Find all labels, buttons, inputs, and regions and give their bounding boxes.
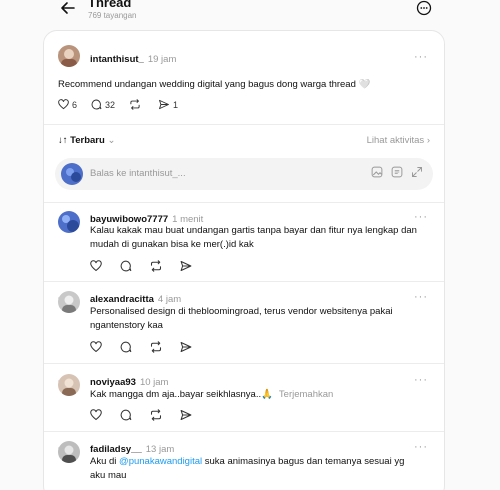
- send-icon[interactable]: [180, 341, 192, 353]
- reply-text-line: Kalau kakak mau buat undangan gartis tan…: [90, 225, 417, 236]
- send-icon: [159, 99, 169, 110]
- image-icon[interactable]: [371, 166, 383, 178]
- reply-menu-icon[interactable]: ···: [414, 374, 428, 386]
- repost-button[interactable]: [129, 99, 144, 110]
- post-stats: 6 32 1: [58, 99, 192, 110]
- repost-icon: [130, 99, 140, 110]
- mention-link[interactable]: @punakawandigital: [119, 456, 202, 467]
- reply-actions: [90, 341, 192, 353]
- sort-bar: ↓↑ Terbaru ⌄ Lihat aktivitas ›: [58, 135, 430, 146]
- comment-icon[interactable]: [120, 409, 132, 421]
- heart-icon[interactable]: [90, 409, 102, 421]
- chevron-right-icon: ›: [426, 135, 430, 146]
- reply-actions: [90, 260, 192, 272]
- reply-timestamp: 10 jam: [139, 377, 169, 388]
- reply-text-line: mudah di gunakan bisa ke mer(.)id kak: [90, 239, 254, 250]
- avatar[interactable]: +: [58, 441, 82, 465]
- expand-icon[interactable]: [411, 166, 423, 178]
- reply-text: Aku di @punakawandigital suka animasinya…: [90, 455, 404, 483]
- more-options-icon[interactable]: [416, 0, 432, 16]
- reply-input[interactable]: Balas ke intanthisut_...: [90, 168, 186, 179]
- repost-icon[interactable]: [150, 341, 162, 353]
- reply-text-line: ngantenstory kaa: [90, 320, 163, 331]
- chevron-down-icon: ⌄: [107, 135, 116, 146]
- reply-text-line: Kak mangga dm aja..bayar seikhlasnya..🙏: [90, 389, 273, 400]
- view-activity-label: Lihat aktivitas: [366, 135, 425, 146]
- reply-input-container[interactable]: Balas ke intanthisut_...: [55, 158, 433, 190]
- username[interactable]: intanthisut_: [90, 54, 144, 65]
- reply-text-line: Personalised design di thebloomingroad, …: [90, 306, 393, 317]
- reply-username[interactable]: noviyaa93: [90, 377, 136, 388]
- reply-menu-icon[interactable]: ···: [414, 211, 428, 223]
- heart-icon[interactable]: [90, 341, 102, 353]
- reply-menu-icon[interactable]: ···: [414, 441, 428, 453]
- reply-username[interactable]: alexandracitta: [90, 294, 154, 305]
- share-count: 1: [173, 99, 179, 110]
- reply-text-part: Aku di: [90, 456, 120, 467]
- gif-icon[interactable]: [391, 166, 403, 178]
- reply-timestamp: 13 jam: [145, 444, 175, 455]
- repost-icon[interactable]: [150, 409, 162, 421]
- like-count: 6: [72, 99, 78, 110]
- reply-text: Personalised design di thebloomingroad, …: [90, 305, 393, 333]
- heart-icon[interactable]: [90, 260, 102, 272]
- sort-label: Terbaru: [70, 135, 105, 146]
- comment-count: 32: [105, 99, 116, 110]
- translate-link[interactable]: Terjemahkan: [279, 389, 333, 400]
- divider: [44, 363, 444, 364]
- avatar[interactable]: +: [58, 45, 82, 69]
- avatar[interactable]: +: [58, 374, 82, 398]
- view-count: 769 tayangan: [88, 11, 137, 20]
- reply-menu-icon[interactable]: ···: [414, 291, 428, 303]
- post-text: Recommend undangan wedding digital yang …: [58, 79, 371, 90]
- comment-icon[interactable]: [120, 260, 132, 272]
- repost-icon[interactable]: [150, 260, 162, 272]
- comment-icon: [91, 99, 102, 110]
- view-activity-link[interactable]: Lihat aktivitas ›: [367, 135, 430, 146]
- reply-text: Kalau kakak mau buat undangan gartis tan…: [90, 224, 417, 252]
- reply-timestamp: 4 jam: [157, 294, 182, 305]
- like-button[interactable]: 6: [58, 99, 77, 110]
- share-button[interactable]: 1: [158, 99, 178, 110]
- avatar[interactable]: [58, 211, 82, 235]
- reply-username[interactable]: fadiladsy__: [90, 444, 142, 455]
- reply-text: Kak mangga dm aja..bayar seikhlasnya..🙏 T…: [90, 388, 333, 402]
- sort-icon: ↓↑: [58, 135, 71, 146]
- reply-actions: [90, 409, 192, 421]
- own-avatar: [61, 163, 83, 185]
- divider: [44, 281, 444, 282]
- back-arrow-icon[interactable]: [60, 0, 76, 16]
- heart-icon: [58, 99, 69, 110]
- send-icon[interactable]: [180, 260, 192, 272]
- reply-text-part: suka animasinya bagus dan temanya sesuai…: [202, 456, 405, 467]
- divider: [44, 202, 444, 203]
- reply-text-line: aku mau: [90, 470, 127, 481]
- divider: [44, 124, 444, 125]
- comment-icon[interactable]: [120, 341, 132, 353]
- page-title: Thread: [88, 0, 132, 10]
- top-bar: Thread 769 tayangan: [0, 0, 500, 28]
- sort-dropdown[interactable]: ↓↑ Terbaru ⌄: [58, 135, 115, 146]
- divider: [44, 431, 444, 432]
- send-icon[interactable]: [180, 409, 192, 421]
- comment-button[interactable]: 32: [91, 99, 115, 110]
- post-menu-icon[interactable]: ···: [414, 51, 428, 63]
- thread-card: + intanthisut_19 jam ··· Recommend undan…: [43, 30, 445, 490]
- avatar[interactable]: +: [58, 291, 82, 315]
- timestamp: 19 jam: [147, 54, 177, 65]
